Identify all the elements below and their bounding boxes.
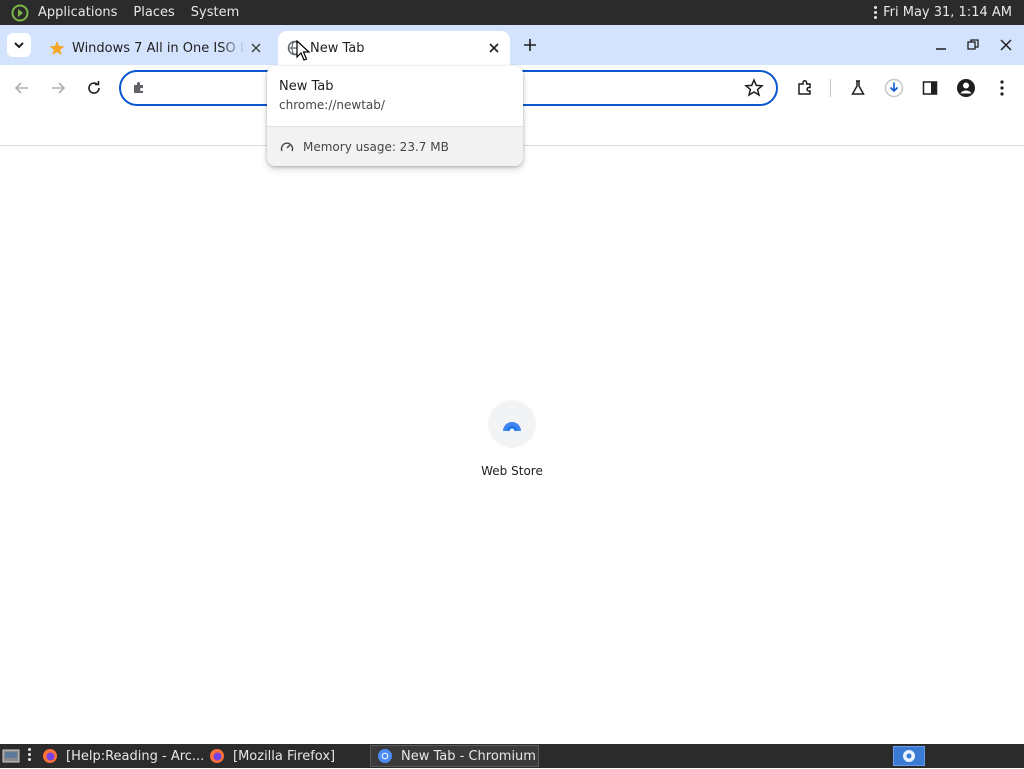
downloads-button[interactable]: [882, 76, 906, 100]
profile-icon: [957, 79, 975, 97]
tab-close-icon[interactable]: [484, 38, 504, 58]
labs-button[interactable]: [846, 76, 870, 100]
plus-icon: [524, 39, 536, 51]
forward-button[interactable]: [46, 76, 70, 100]
tab-hover-card: New Tab chrome://newtab/ Memory usage: 2…: [267, 66, 523, 166]
top-panel: Applications Places System Fri May 31, 1…: [0, 0, 1024, 25]
extensions-icon: [798, 79, 811, 95]
puzzle-icon: [134, 82, 143, 93]
task-new-tab-chromium[interactable]: New Tab - Chromium: [370, 745, 539, 767]
toolbar-separator: [830, 79, 831, 97]
download-icon: [884, 78, 904, 98]
tab-search-button[interactable]: [7, 33, 31, 57]
task-label: [Mozilla Firefox]: [233, 748, 336, 764]
task-label: [Help:Reading - Arc...: [66, 748, 205, 764]
taskbar-handle-icon[interactable]: [28, 748, 31, 761]
restore-button[interactable]: [962, 34, 984, 56]
tab-new-tab[interactable]: New Tab: [278, 31, 510, 65]
minimize-button[interactable]: [930, 34, 952, 56]
menu-kebab-icon: [1000, 80, 1004, 96]
applications-menu[interactable]: Applications: [30, 0, 125, 25]
new-tab-page: Web Store: [0, 146, 1024, 744]
extensions-button[interactable]: [793, 76, 817, 100]
task-help-reading[interactable]: [Help:Reading - Arc...: [36, 745, 205, 767]
shortcut-label: Web Store: [481, 464, 543, 478]
workspace-switcher[interactable]: [893, 746, 925, 766]
task-mozilla-firefox[interactable]: [Mozilla Firefox]: [203, 745, 369, 767]
chrome-menu-button[interactable]: [990, 76, 1014, 100]
places-menu[interactable]: Places: [125, 0, 182, 25]
back-icon: [14, 82, 28, 94]
chromium-icon: [377, 748, 393, 764]
hover-card-memory: Memory usage: 23.7 MB: [267, 126, 523, 166]
mouse-cursor-icon: [296, 40, 310, 61]
minimize-icon: [936, 48, 946, 50]
taskbar: [Help:Reading - Arc... [Mozilla Firefox]…: [0, 744, 1024, 768]
tab-title: Windows 7 All in One ISO ISO: [72, 40, 246, 56]
shortcut-web-store[interactable]: Web Store: [470, 400, 554, 478]
tab-windows7[interactable]: Windows 7 All in One ISO ISO: [40, 31, 272, 65]
clock[interactable]: Fri May 31, 1:14 AM: [883, 5, 1012, 20]
labs-flask-icon: [851, 80, 865, 95]
web-store-tile[interactable]: [488, 400, 536, 448]
tab-title: New Tab: [310, 40, 365, 56]
web-store-icon: [503, 422, 521, 431]
distro-logo-icon[interactable]: [10, 3, 30, 23]
star-icon: [48, 39, 66, 57]
firefox-icon: [42, 748, 58, 764]
restore-icon: [967, 39, 979, 50]
show-desktop-icon[interactable]: [2, 747, 20, 765]
reload-icon: [88, 81, 100, 94]
back-button[interactable]: [10, 76, 34, 100]
hover-card-url: chrome://newtab/: [279, 98, 385, 112]
chevron-down-icon: [14, 42, 24, 49]
workspace-chromium-icon: [903, 750, 915, 762]
close-window-button[interactable]: [995, 34, 1017, 56]
task-label: New Tab - Chromium: [401, 748, 536, 764]
side-panel-icon: [922, 81, 938, 95]
memory-usage-text: Memory usage: 23.7 MB: [303, 139, 449, 154]
bookmark-star-icon[interactable]: [744, 78, 764, 98]
profile-button[interactable]: [954, 76, 978, 100]
forward-icon: [52, 82, 66, 94]
firefox-icon: [209, 748, 225, 764]
tab-close-icon[interactable]: [246, 38, 266, 58]
hover-card-title: New Tab: [279, 79, 334, 94]
system-menu[interactable]: System: [183, 0, 247, 25]
panel-handle-icon[interactable]: [874, 6, 878, 19]
gauge-icon: [279, 139, 295, 155]
side-panel-button[interactable]: [918, 76, 942, 100]
new-tab-button[interactable]: [519, 34, 541, 56]
close-icon: [1000, 39, 1012, 51]
tab-strip: Windows 7 All in One ISO ISO New Tab: [0, 25, 1024, 65]
reload-button[interactable]: [82, 76, 106, 100]
